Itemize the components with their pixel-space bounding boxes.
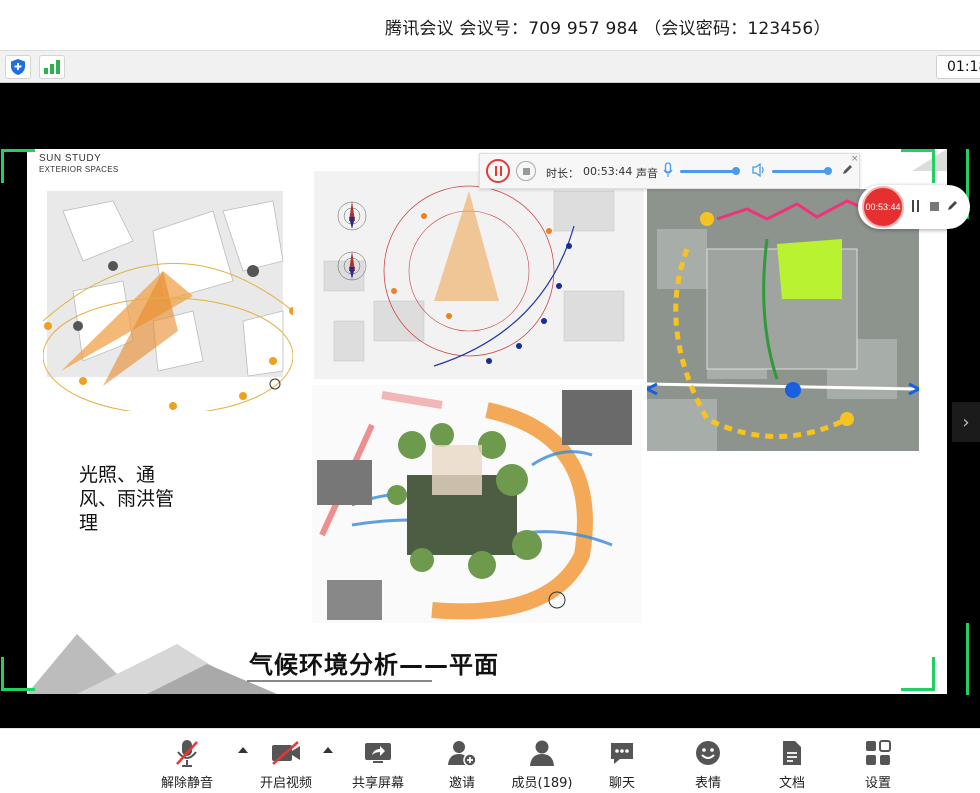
stop-icon	[522, 167, 530, 175]
video-off-icon	[272, 741, 300, 765]
invite-button[interactable]: 邀请	[426, 737, 498, 791]
recording-stop-button[interactable]	[516, 161, 536, 181]
speaker-volume-slider[interactable]	[772, 167, 832, 175]
toolbar-label: 共享屏幕	[351, 776, 404, 791]
recording-badge[interactable]: 00:53:44	[858, 185, 970, 229]
muted-mic-icon	[176, 740, 198, 767]
chat-button[interactable]: 聊天	[586, 737, 658, 791]
slide-title: 气候环境分析——平面	[249, 651, 499, 679]
pause-icon-bar	[494, 166, 497, 176]
meeting-title: 腾讯会议 会议号：709 957 984 （会议密码：123456）	[385, 19, 831, 39]
sun-study-diagram	[43, 191, 293, 411]
signal-bars-icon	[44, 60, 60, 74]
recording-sound-label: 声音	[636, 167, 658, 180]
slide-title-underline	[247, 680, 432, 682]
toolbar-label: 邀请	[448, 776, 475, 791]
pencil-icon[interactable]	[947, 199, 959, 211]
network-signal-button[interactable]	[39, 55, 65, 79]
slider-knob[interactable]	[824, 167, 832, 175]
pause-icon[interactable]	[912, 200, 919, 212]
sun-study-title: SUN STUDY	[39, 153, 102, 164]
settings-button[interactable]: 设置	[842, 737, 914, 791]
active-speaker-frame-edge	[966, 623, 969, 695]
settings-grid-icon	[866, 740, 891, 765]
toolbar-label: 设置	[864, 776, 891, 791]
shared-screen-area: SUN STUDY EXTERIOR SPACES 光照、通风、雨洪管理 气候环…	[0, 83, 980, 728]
video-options-caret-icon[interactable]	[323, 747, 333, 753]
recording-duration-label: 时长：	[546, 167, 579, 180]
shared-slide: SUN STUDY EXTERIOR SPACES 光照、通风、雨洪管理 气候环…	[27, 149, 947, 694]
toolbar-label: 成员(189)	[511, 776, 573, 791]
start-video-button[interactable]: 开启视频	[250, 737, 322, 791]
speaker-icon	[752, 162, 764, 178]
meeting-status-bar: 01:18	[0, 50, 980, 83]
members-icon	[530, 740, 554, 766]
microphone-icon	[663, 162, 673, 177]
next-page-arrow-icon[interactable]: ›	[952, 402, 980, 442]
recording-pause-button[interactable]	[486, 159, 510, 183]
security-shield-button[interactable]	[5, 55, 31, 79]
stop-icon[interactable]	[930, 202, 939, 211]
share-screen-button[interactable]: 共享屏幕	[342, 737, 414, 791]
close-icon[interactable]: ×	[851, 154, 859, 164]
invite-user-icon	[448, 741, 477, 767]
toolbar-label: 解除静音	[160, 776, 213, 791]
active-speaker-frame-top-left	[1, 149, 35, 183]
recording-indicator: 00:53:44	[862, 186, 904, 228]
members-button[interactable]: 成员(189)	[506, 737, 578, 791]
meeting-toolbar: 解除静音 开启视频 共享屏幕 邀请 成员(189) 聊天 表情 文档 设置	[0, 728, 980, 793]
pencil-icon[interactable]	[842, 163, 854, 175]
documents-button[interactable]: 文档	[756, 737, 828, 791]
audio-options-caret-icon[interactable]	[238, 747, 248, 753]
sun-path-wind-diagram	[314, 171, 644, 379]
recording-toolbar: 时长： 00:53:44 声音 ×	[479, 153, 860, 189]
chat-icon	[611, 743, 633, 764]
active-speaker-frame-bottom-left	[1, 657, 35, 691]
emoji-icon	[696, 741, 720, 765]
active-speaker-frame-bottom-right	[901, 657, 935, 691]
recording-badge-time: 00:53:44	[865, 202, 901, 212]
slide-caption: 光照、通风、雨洪管理	[79, 464, 175, 534]
slider-knob[interactable]	[732, 167, 740, 175]
site-plan-sketch	[312, 385, 642, 623]
toolbar-label: 表情	[694, 776, 721, 791]
toolbar-label: 文档	[778, 776, 805, 791]
window-title-bar: 腾讯会议 会议号：709 957 984 （会议密码：123456）	[0, 0, 980, 50]
active-speaker-frame-top-right	[901, 149, 935, 183]
meeting-elapsed-timer: 01:18	[936, 55, 980, 79]
recording-duration: 00:53:44	[583, 165, 633, 178]
toolbar-label: 开启视频	[259, 776, 312, 791]
toolbar-label: 聊天	[608, 776, 635, 791]
unmute-button[interactable]: 解除静音	[151, 737, 223, 791]
share-screen-icon	[365, 743, 391, 763]
document-icon	[783, 741, 801, 765]
microphone-volume-slider[interactable]	[680, 167, 740, 175]
shield-icon	[11, 59, 25, 75]
pause-icon-bar	[499, 166, 502, 176]
reactions-button[interactable]: 表情	[672, 737, 744, 791]
